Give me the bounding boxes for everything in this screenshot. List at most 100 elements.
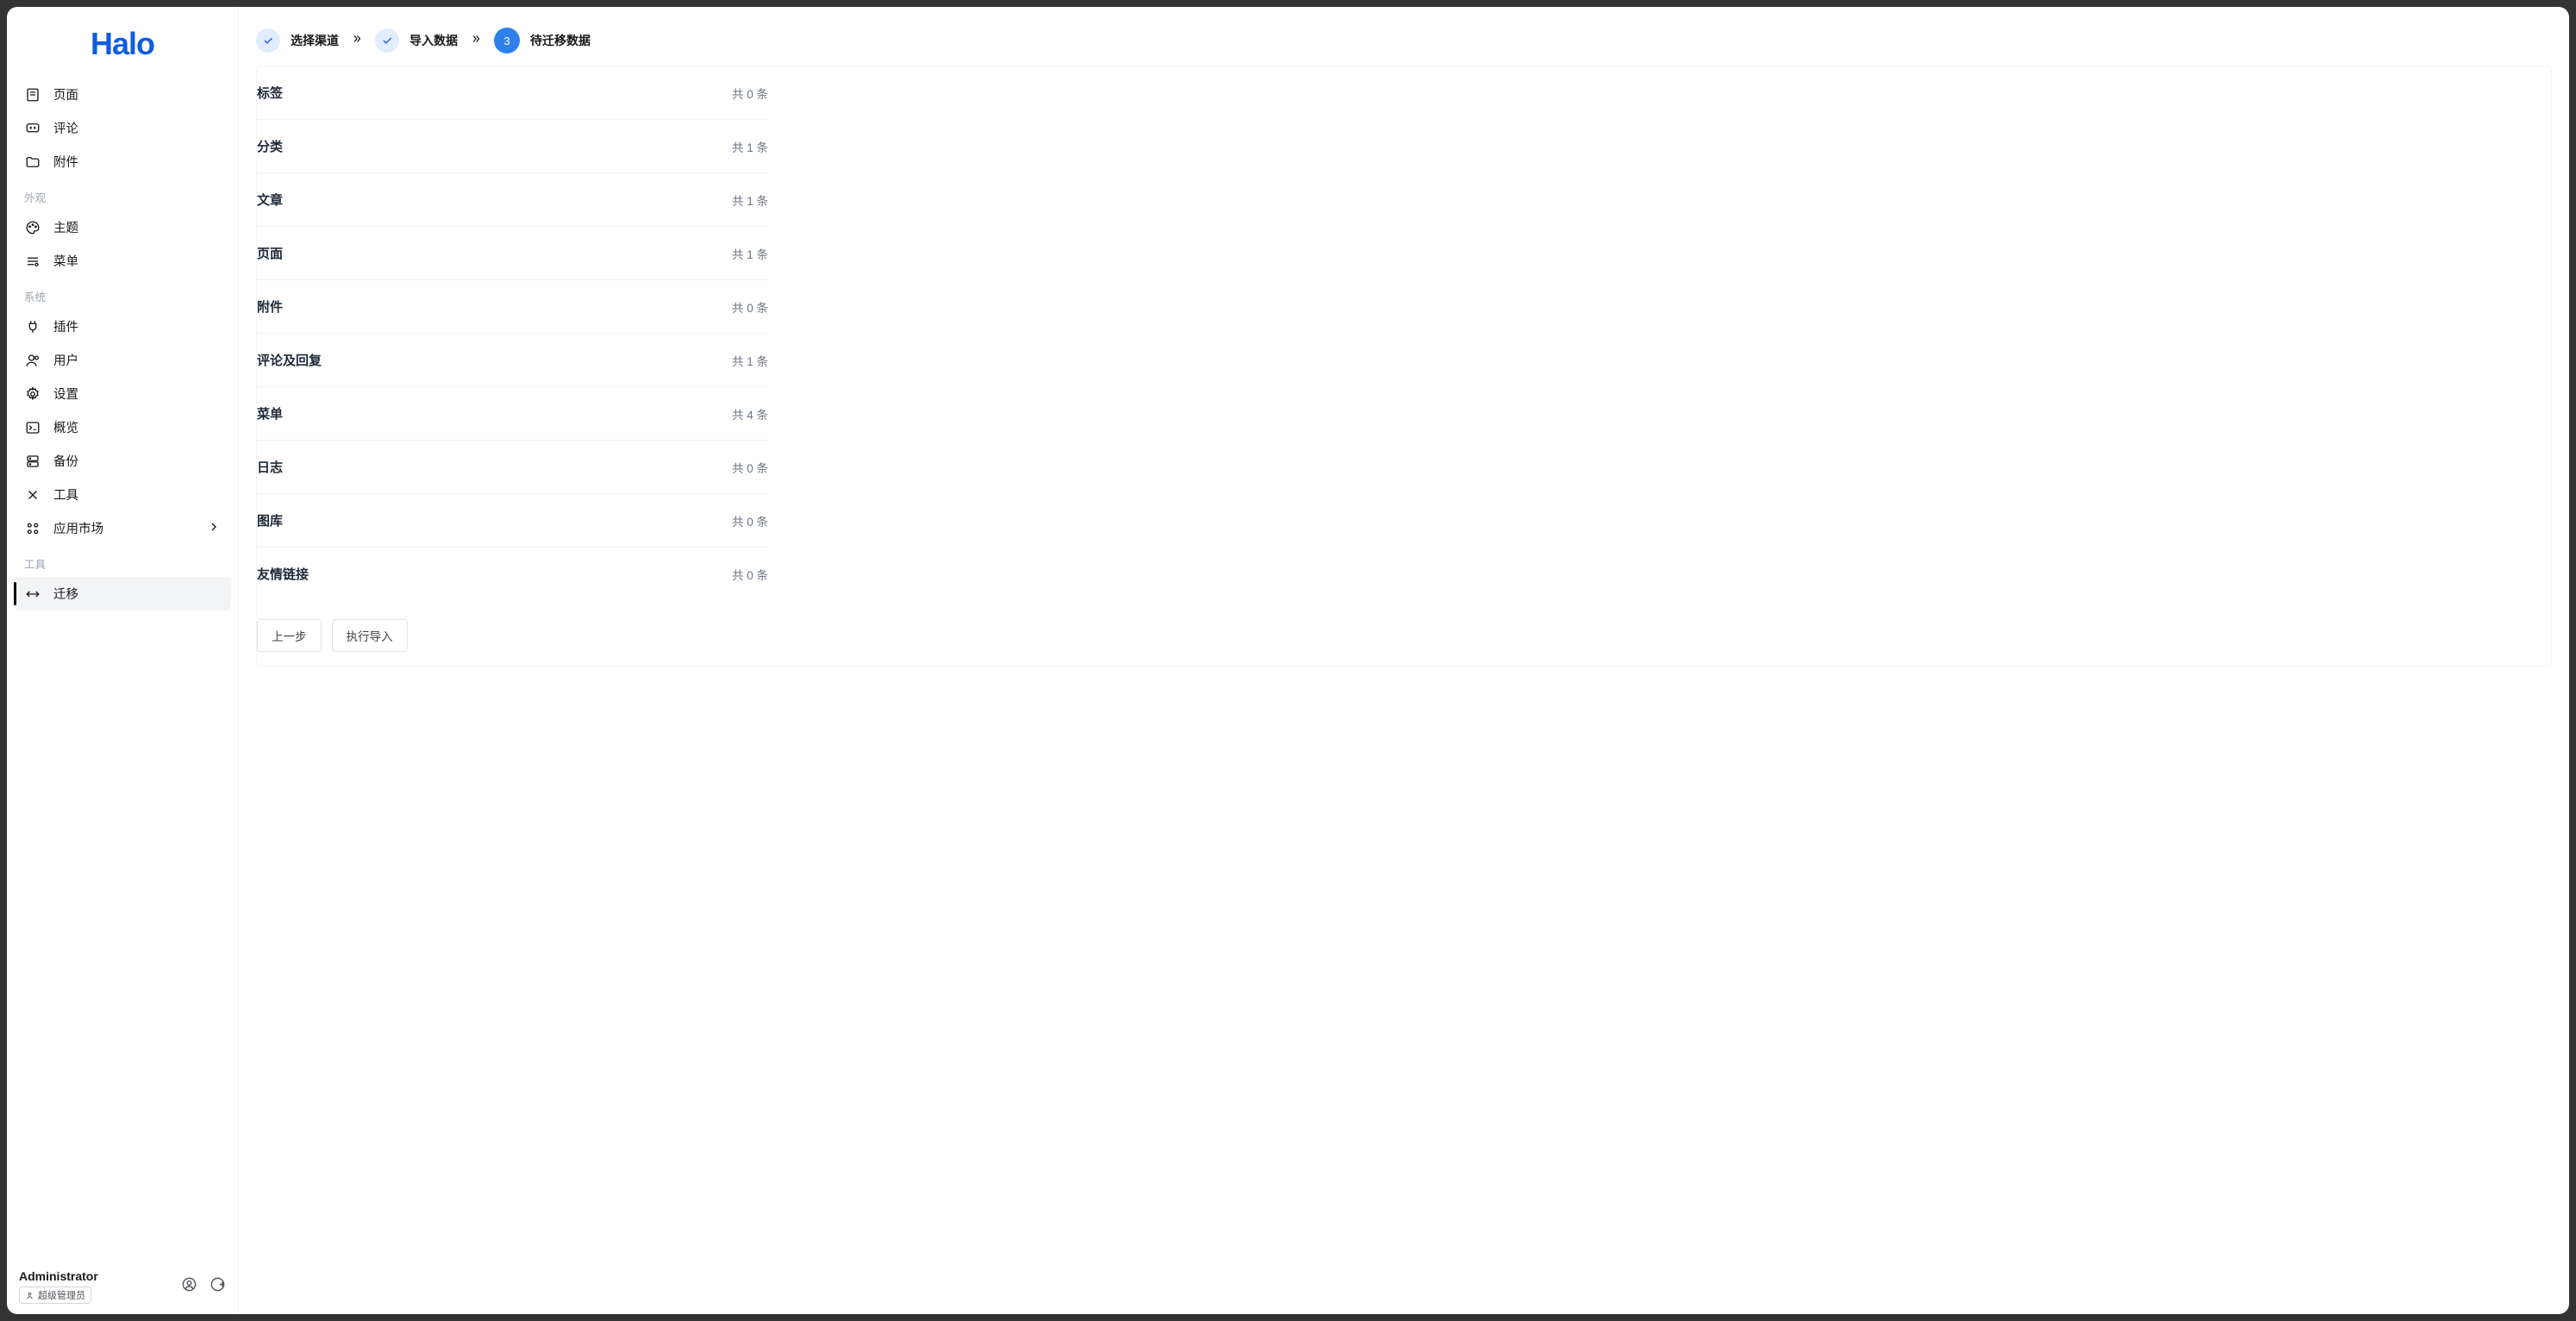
row-label: 页面: [257, 244, 283, 262]
row-count: 共 1 条: [732, 352, 768, 369]
app-window: Halo 页面 评论 附件 外观 主题 菜单: [7, 7, 2569, 1314]
row-label: 评论及回复: [257, 351, 322, 369]
execute-import-button[interactable]: 执行导入: [332, 619, 408, 652]
action-buttons: 上一步 执行导入: [257, 600, 2551, 666]
row-count: 共 1 条: [732, 191, 768, 209]
sidebar-item-label: 页面: [53, 85, 78, 103]
sidebar: Halo 页面 评论 附件 外观 主题 菜单: [7, 7, 239, 1314]
migrate-icon: [24, 585, 41, 603]
apps-icon: [24, 520, 41, 537]
gear-icon: [24, 385, 41, 403]
step-separator-icon: [470, 33, 482, 49]
data-row: 日志 共 0 条: [257, 441, 768, 494]
group-appearance-label: 外观: [14, 178, 231, 210]
steps-header: 选择渠道 导入数据 3 待迁移数据: [256, 22, 2552, 66]
data-row: 页面 共 1 条: [257, 227, 768, 280]
row-label: 标签: [257, 84, 283, 102]
data-row: 分类 共 1 条: [257, 120, 768, 173]
step-number-badge: 3: [494, 28, 520, 53]
sidebar-item-label: 评论: [53, 119, 78, 137]
step-label: 导入数据: [410, 32, 458, 49]
sidebar-item-attachments[interactable]: 附件: [14, 145, 231, 178]
main-content: 选择渠道 导入数据 3 待迁移数据 标签共 0 条分类共 1 条文章共 1 条页…: [239, 7, 2569, 1314]
sidebar-item-label: 设置: [53, 385, 78, 403]
row-count: 共 0 条: [732, 85, 768, 102]
sidebar-item-label: 菜单: [53, 252, 78, 270]
row-label: 附件: [257, 297, 283, 316]
prev-button[interactable]: 上一步: [257, 619, 322, 652]
data-row: 图库 共 0 条: [257, 494, 768, 548]
sidebar-item-label: 迁移: [53, 585, 78, 603]
step-check-icon: [256, 28, 280, 53]
data-row: 评论及回复 共 1 条: [257, 334, 768, 387]
row-label: 日志: [257, 458, 283, 476]
comment-icon: [24, 120, 41, 137]
profile-icon[interactable]: [181, 1276, 197, 1297]
row-count: 共 1 条: [732, 138, 768, 155]
row-label: 菜单: [257, 404, 283, 423]
brand-logo: Halo: [91, 26, 154, 61]
role-badge: 超级管理员: [19, 1287, 91, 1304]
row-label: 图库: [257, 511, 283, 529]
group-tools-label: 工具: [14, 545, 231, 577]
sidebar-item-tools[interactable]: 工具: [14, 478, 231, 511]
sidebar-item-migrate[interactable]: 迁移: [14, 577, 231, 610]
user-icon: [24, 352, 41, 369]
data-row: 文章 共 1 条: [257, 173, 768, 227]
sidebar-item-label: 主题: [53, 218, 78, 236]
row-count: 共 4 条: [732, 405, 768, 423]
sidebar-item-pages[interactable]: 页面: [14, 78, 231, 111]
data-row: 标签 共 0 条: [257, 66, 768, 120]
sidebar-item-label: 应用市场: [53, 519, 103, 537]
server-icon: [24, 453, 41, 470]
sidebar-item-plugins[interactable]: 插件: [14, 310, 231, 343]
footer-icons: [181, 1276, 226, 1297]
tools-icon: [24, 486, 41, 504]
chevron-right-icon: [207, 520, 221, 537]
sidebar-item-market[interactable]: 应用市场: [14, 511, 231, 545]
step-label: 选择渠道: [291, 32, 339, 49]
step-separator-icon: [351, 33, 363, 49]
sidebar-item-themes[interactable]: 主题: [14, 210, 231, 244]
group-system-label: 系统: [14, 278, 231, 310]
row-label: 分类: [257, 137, 283, 155]
list-icon: [24, 253, 41, 270]
sidebar-item-settings[interactable]: 设置: [14, 377, 231, 410]
sidebar-item-label: 概览: [53, 418, 78, 436]
sidebar-item-comments[interactable]: 评论: [14, 111, 231, 145]
sidebar-item-backup[interactable]: 备份: [14, 444, 231, 478]
sidebar-item-overview[interactable]: 概览: [14, 410, 231, 444]
step-2: 导入数据: [375, 28, 458, 53]
sidebar-item-label: 工具: [53, 485, 78, 504]
row-count: 共 0 条: [732, 566, 768, 583]
row-label: 友情链接: [257, 565, 309, 583]
row-count: 共 1 条: [732, 245, 768, 262]
sidebar-item-label: 插件: [53, 317, 78, 335]
sidebar-item-menus[interactable]: 菜单: [14, 244, 231, 278]
sidebar-item-users[interactable]: 用户: [14, 343, 231, 377]
step-label: 待迁移数据: [530, 32, 591, 49]
sidebar-nav: 页面 评论 附件 外观 主题 菜单 系统 插件: [7, 78, 238, 1257]
step-1: 选择渠道: [256, 28, 339, 53]
folder-icon: [24, 153, 41, 171]
user-name: Administrator: [19, 1269, 98, 1283]
step-check-icon: [375, 28, 399, 53]
data-row: 附件 共 0 条: [257, 280, 768, 334]
palette-icon: [24, 219, 41, 236]
logo-area: Halo: [7, 7, 238, 78]
sidebar-item-label: 附件: [53, 153, 78, 171]
row-count: 共 0 条: [732, 298, 768, 316]
data-row: 友情链接 共 0 条: [257, 548, 768, 600]
sidebar-item-label: 用户: [53, 351, 78, 369]
row-count: 共 0 条: [732, 459, 768, 476]
logout-icon[interactable]: [209, 1276, 226, 1297]
row-count: 共 0 条: [732, 512, 768, 529]
plug-icon: [24, 318, 41, 335]
user-info: Administrator 超级管理员: [19, 1269, 98, 1304]
row-label: 文章: [257, 191, 283, 209]
migration-data-card: 标签共 0 条分类共 1 条文章共 1 条页面共 1 条附件共 0 条评论及回复…: [256, 66, 2552, 667]
terminal-icon: [24, 419, 41, 436]
sidebar-footer: Administrator 超级管理员: [7, 1257, 238, 1304]
page-icon: [24, 86, 41, 103]
role-label: 超级管理员: [38, 1288, 85, 1302]
